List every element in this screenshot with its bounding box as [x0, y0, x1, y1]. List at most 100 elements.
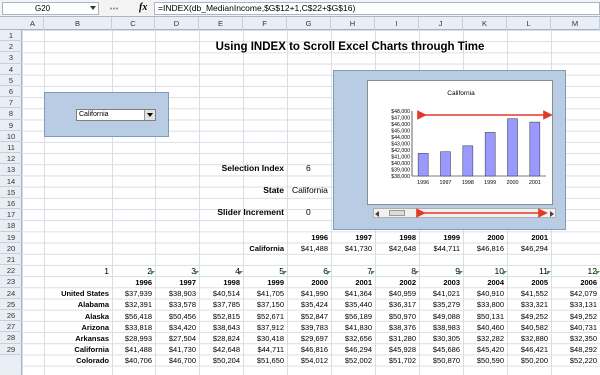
row-header[interactable]: 21	[0, 254, 22, 266]
income-cell[interactable]: $29,697	[287, 333, 328, 344]
income-cell[interactable]: $54,012	[287, 355, 328, 366]
income-cell[interactable]: $50,204	[199, 355, 240, 366]
income-cell[interactable]: $40,460	[463, 322, 504, 333]
summary-year[interactable]: 1996	[287, 232, 328, 243]
row-header[interactable]: 5	[0, 75, 22, 86]
income-cell[interactable]: $41,730	[155, 344, 196, 355]
row-header[interactable]: 3	[0, 52, 22, 64]
year-header[interactable]: 2005	[507, 277, 548, 288]
column-header[interactable]: D	[155, 17, 199, 30]
income-cell[interactable]: $49,252	[551, 311, 597, 322]
column-header[interactable]: L	[507, 17, 551, 30]
state-combo-box[interactable]: California	[76, 109, 156, 121]
income-cell[interactable]: $32,880	[507, 333, 548, 344]
income-cell[interactable]: $36,317	[375, 299, 416, 310]
index-cell[interactable]: 2	[112, 266, 152, 277]
state-name[interactable]: California	[44, 344, 109, 355]
income-cell[interactable]: $52,847	[287, 311, 328, 322]
row-header[interactable]: 28	[0, 332, 22, 344]
income-cell[interactable]: $40,959	[375, 288, 416, 299]
state-name[interactable]: Alabama	[44, 299, 109, 310]
row-header[interactable]: 15	[0, 187, 22, 198]
income-cell[interactable]: $50,131	[463, 311, 504, 322]
row-header[interactable]: 11	[0, 142, 22, 154]
dropdown-arrow-icon[interactable]	[144, 110, 155, 120]
income-cell[interactable]: $31,280	[375, 333, 416, 344]
income-cell[interactable]: $37,939	[112, 288, 152, 299]
name-box[interactable]: G20	[2, 2, 99, 15]
income-cell[interactable]: $41,990	[287, 288, 328, 299]
summary-year[interactable]: 2001	[507, 232, 548, 243]
summary-value[interactable]: $44,711	[419, 243, 460, 254]
insert-function-icon[interactable]: fx	[139, 2, 147, 13]
index-cell[interactable]: 9	[419, 266, 460, 277]
year-header[interactable]: 2002	[375, 277, 416, 288]
row-header[interactable]: 23	[0, 276, 22, 288]
row-header[interactable]: 19	[0, 232, 22, 243]
state-name[interactable]: Arizona	[44, 322, 109, 333]
income-cell[interactable]: $45,420	[463, 344, 504, 355]
income-cell[interactable]: $46,700	[155, 355, 196, 366]
income-cell[interactable]: $33,321	[507, 299, 548, 310]
scroll-right-icon[interactable]	[550, 211, 554, 217]
income-cell[interactable]: $41,830	[331, 322, 372, 333]
income-cell[interactable]: $40,910	[463, 288, 504, 299]
index-cell[interactable]: 6	[287, 266, 328, 277]
year-scrollbar[interactable]	[373, 208, 556, 218]
index-cell[interactable]: 10	[463, 266, 504, 277]
index-cell[interactable]: 3	[155, 266, 196, 277]
income-cell[interactable]: $28,993	[112, 333, 152, 344]
year-header[interactable]: 1999	[243, 277, 284, 288]
income-cell[interactable]: $51,650	[243, 355, 284, 366]
income-cell[interactable]: $49,252	[507, 311, 548, 322]
state-value[interactable]: California	[292, 185, 332, 195]
column-header[interactable]: H	[331, 17, 375, 30]
income-cell[interactable]: $50,970	[375, 311, 416, 322]
income-cell[interactable]: $41,552	[507, 288, 548, 299]
index-cell[interactable]: 4	[199, 266, 240, 277]
column-header[interactable]: E	[199, 17, 243, 30]
income-cell[interactable]: $27,504	[155, 333, 196, 344]
income-cell[interactable]: $33,578	[155, 299, 196, 310]
row-header[interactable]: 7	[0, 97, 22, 109]
income-cell[interactable]: $33,818	[112, 322, 152, 333]
income-cell[interactable]: $41,364	[331, 288, 372, 299]
summary-year[interactable]: 2000	[463, 232, 504, 243]
column-header[interactable]: I	[375, 17, 419, 30]
row-header[interactable]: 17	[0, 209, 22, 221]
row-header[interactable]: 24	[0, 288, 22, 299]
income-cell[interactable]: $50,200	[507, 355, 548, 366]
income-cell[interactable]: $40,731	[551, 322, 597, 333]
year-header[interactable]: 1998	[199, 277, 240, 288]
column-header[interactable]: M	[551, 17, 600, 30]
chevron-down-icon[interactable]	[90, 6, 96, 10]
column-header[interactable]: F	[243, 17, 287, 30]
summary-year[interactable]: 1998	[375, 232, 416, 243]
income-cell[interactable]: $46,294	[331, 344, 372, 355]
income-cell[interactable]: $46,816	[287, 344, 328, 355]
row-header[interactable]: 8	[0, 108, 22, 120]
scroll-thumb[interactable]	[389, 210, 405, 216]
income-cell[interactable]: $37,912	[243, 322, 284, 333]
summary-value[interactable]: $41,730	[331, 243, 372, 254]
column-header[interactable]: A	[22, 17, 44, 30]
income-cell[interactable]: $32,391	[112, 299, 152, 310]
row-header[interactable]: 14	[0, 176, 22, 187]
column-header[interactable]: K	[463, 17, 507, 30]
row-header[interactable]: 6	[0, 86, 22, 98]
year-header[interactable]: 1996	[112, 277, 152, 288]
income-cell[interactable]: $42,079	[551, 288, 597, 299]
income-cell[interactable]: $32,282	[463, 333, 504, 344]
income-cell[interactable]: $50,456	[155, 311, 196, 322]
index-cell[interactable]: 12	[551, 266, 597, 277]
income-cell[interactable]: $45,686	[419, 344, 460, 355]
income-cell[interactable]: $50,870	[419, 355, 460, 366]
row-header[interactable]: 2	[0, 41, 22, 53]
income-cell[interactable]: $34,420	[155, 322, 196, 333]
column-header[interactable]: C	[112, 17, 155, 30]
income-cell[interactable]: $35,424	[287, 299, 328, 310]
index-cell[interactable]: 11	[507, 266, 548, 277]
income-cell[interactable]: $37,150	[243, 299, 284, 310]
slider-increment-value[interactable]: 0	[306, 207, 311, 217]
income-cell[interactable]: $46,421	[507, 344, 548, 355]
